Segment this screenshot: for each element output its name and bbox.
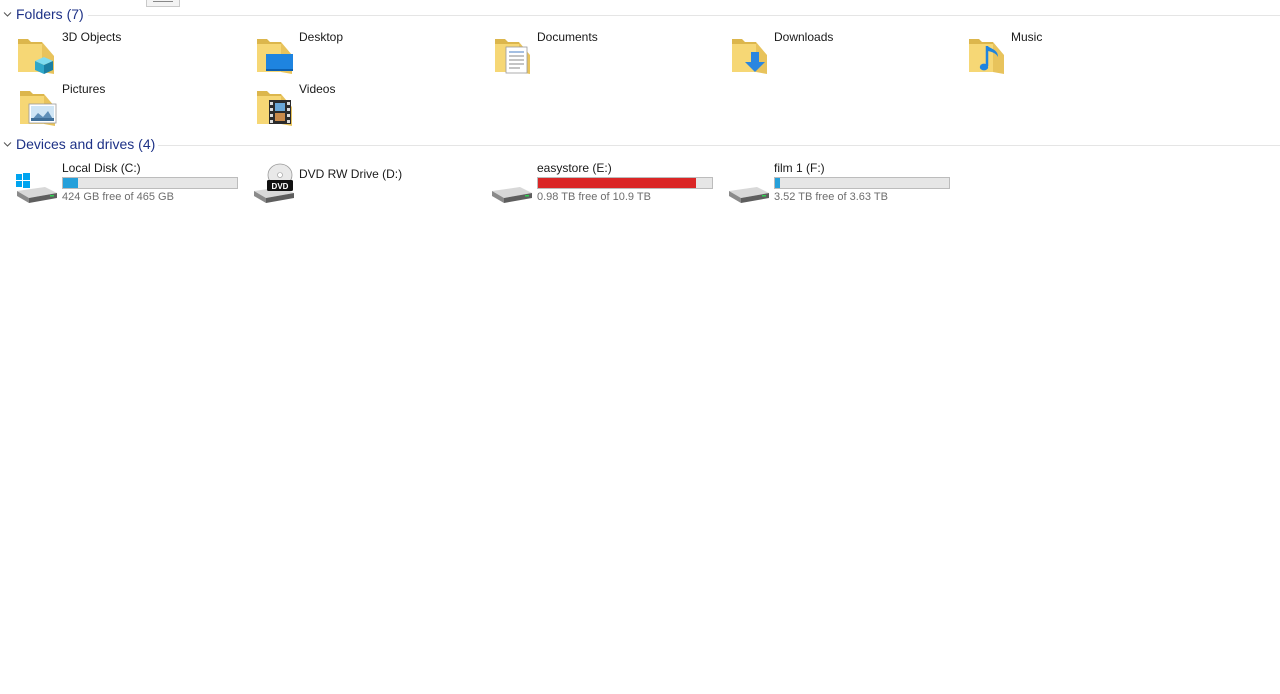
drive-item-d[interactable]: DVD DVD RW Drive (D:) xyxy=(252,161,477,209)
svg-text:DVD: DVD xyxy=(272,182,289,191)
folder-label: Videos xyxy=(299,82,336,96)
drive-usage-bar xyxy=(774,177,950,189)
folders-group-header[interactable]: Folders (7) xyxy=(0,6,1280,24)
folder-pictures-icon xyxy=(20,91,57,126)
folder-downloads-icon xyxy=(732,39,767,74)
folder-item-videos[interactable]: Videos xyxy=(252,82,462,130)
folder-label: Documents xyxy=(537,30,598,44)
folder-desktop-icon xyxy=(257,39,293,74)
drive-usage-bar xyxy=(62,177,238,189)
folder-item-documents[interactable]: Documents xyxy=(490,30,700,78)
folder-item-pictures[interactable]: Pictures xyxy=(15,82,225,130)
folder-music-icon xyxy=(969,39,1004,74)
drive-usage-fill xyxy=(538,178,697,188)
drive-usage-fill xyxy=(775,178,781,188)
drives-group-title: Devices and drives (4) xyxy=(16,136,156,152)
folder-label: Desktop xyxy=(299,30,344,44)
drive-free-space: 424 GB free of 465 GB xyxy=(62,191,174,203)
folder-3d-objects-icon xyxy=(18,39,54,74)
folder-item-downloads[interactable]: Downloads xyxy=(727,30,937,78)
dvd-drive-icon: DVD xyxy=(254,163,294,203)
windows-drive-icon xyxy=(16,173,57,203)
drive-item-e[interactable]: easystore (E:) 0.98 TB free of 10.9 TB xyxy=(490,161,715,209)
group-divider xyxy=(158,145,1280,146)
folders-group-title: Folders (7) xyxy=(16,6,84,22)
drive-label: DVD RW Drive (D:) xyxy=(299,167,403,181)
folder-label: 3D Objects xyxy=(62,30,122,44)
drive-label: easystore (E:) xyxy=(537,161,612,175)
folder-item-desktop[interactable]: Desktop xyxy=(252,30,462,78)
drives-group-header[interactable]: Devices and drives (4) xyxy=(0,136,1280,154)
folder-item-3d-objects[interactable]: 3D Objects xyxy=(15,30,225,78)
chevron-down-icon[interactable] xyxy=(3,140,12,149)
group-divider xyxy=(88,15,1280,16)
folder-label: Downloads xyxy=(774,30,834,44)
drive-label: Local Disk (C:) xyxy=(62,161,141,175)
hard-drive-icon xyxy=(492,187,532,203)
folder-label: Pictures xyxy=(62,82,106,96)
drive-usage-fill xyxy=(63,178,79,188)
hard-drive-icon xyxy=(729,187,769,203)
drive-free-space: 0.98 TB free of 10.9 TB xyxy=(537,191,651,203)
drive-free-space: 3.52 TB free of 3.63 TB xyxy=(774,191,888,203)
folder-documents-icon xyxy=(495,39,530,74)
folder-label: Music xyxy=(1011,30,1043,44)
folder-item-music[interactable]: Music xyxy=(964,30,1174,78)
drive-usage-bar xyxy=(537,177,713,189)
chevron-down-icon[interactable] xyxy=(3,10,12,19)
drive-label: film 1 (F:) xyxy=(774,161,825,175)
folder-videos-icon xyxy=(257,91,292,126)
drive-item-c[interactable]: Local Disk (C:) 424 GB free of 465 GB xyxy=(15,161,240,209)
drive-item-f[interactable]: film 1 (F:) 3.52 TB free of 3.63 TB xyxy=(727,161,952,209)
